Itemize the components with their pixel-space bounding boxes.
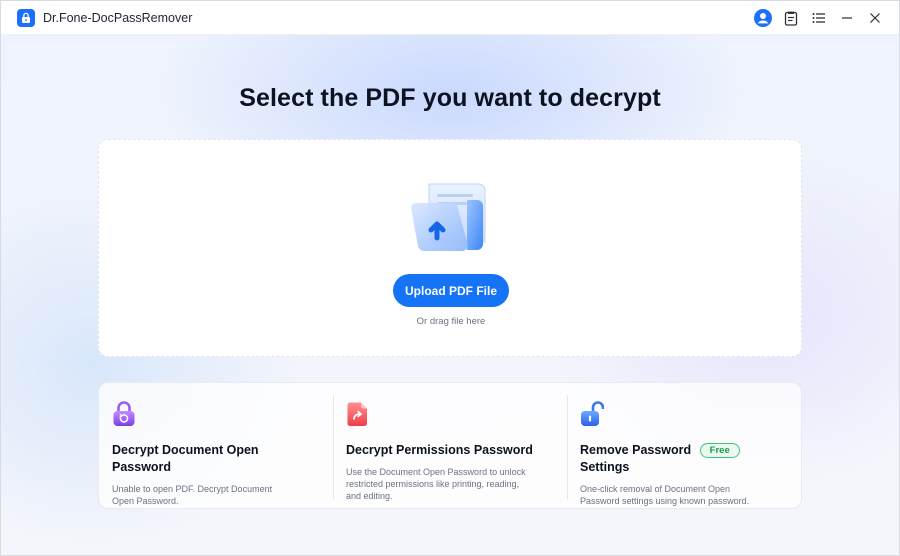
feature-description: Use the Document Open Password to unlock… — [346, 467, 526, 501]
feature-title: Remove Password Free Settings — [580, 442, 789, 476]
free-badge: Free — [699, 443, 740, 458]
feature-title-text: Remove Password — [580, 443, 692, 457]
feedback-icon[interactable] — [777, 4, 805, 32]
folder-upload-icon — [407, 178, 489, 258]
purple-lock-icon — [113, 401, 135, 426]
upload-pdf-button[interactable]: Upload PDF File — [393, 274, 509, 307]
feature-description: Unable to open PDF. Decrypt Document Open… — [112, 484, 273, 506]
feature-panel: Decrypt Document Open Password Unable to … — [98, 382, 802, 509]
file-drop-zone[interactable]: Upload PDF File Or drag file here — [98, 139, 802, 357]
feature-description: One-click removal of Document Open Passwo… — [580, 484, 750, 506]
feature-title: Decrypt Document Open Password — [112, 443, 259, 474]
page-title: Select the PDF you want to decrypt — [239, 84, 661, 112]
menu-icon[interactable] — [805, 4, 833, 32]
app-title: Dr.Fone-DocPassRemover — [43, 10, 193, 25]
lock-file-icon — [17, 8, 35, 27]
close-icon[interactable] — [861, 4, 889, 32]
drag-hint: Or drag file here — [416, 316, 486, 327]
title-bar: Dr.Fone-DocPassRemover — [1, 1, 899, 35]
window-controls — [749, 1, 889, 35]
red-file-share-icon — [347, 402, 367, 426]
main-content: Select the PDF you want to decrypt Uploa… — [1, 35, 899, 555]
account-icon[interactable] — [749, 4, 777, 32]
feature-title: Decrypt Permissions Password — [346, 443, 533, 457]
feature-card-decrypt-open[interactable]: Decrypt Document Open Password Unable to … — [99, 383, 333, 508]
blue-unlock-icon — [581, 401, 604, 426]
minimize-icon[interactable] — [833, 4, 861, 32]
app-window: Dr.Fone-DocPassRemover Select the PDF yo… — [0, 0, 900, 556]
feature-card-decrypt-permissions[interactable]: Decrypt Permissions Password Use the Doc… — [333, 383, 567, 508]
feature-card-remove-password[interactable]: Remove Password Free Settings One-click r… — [567, 383, 801, 508]
